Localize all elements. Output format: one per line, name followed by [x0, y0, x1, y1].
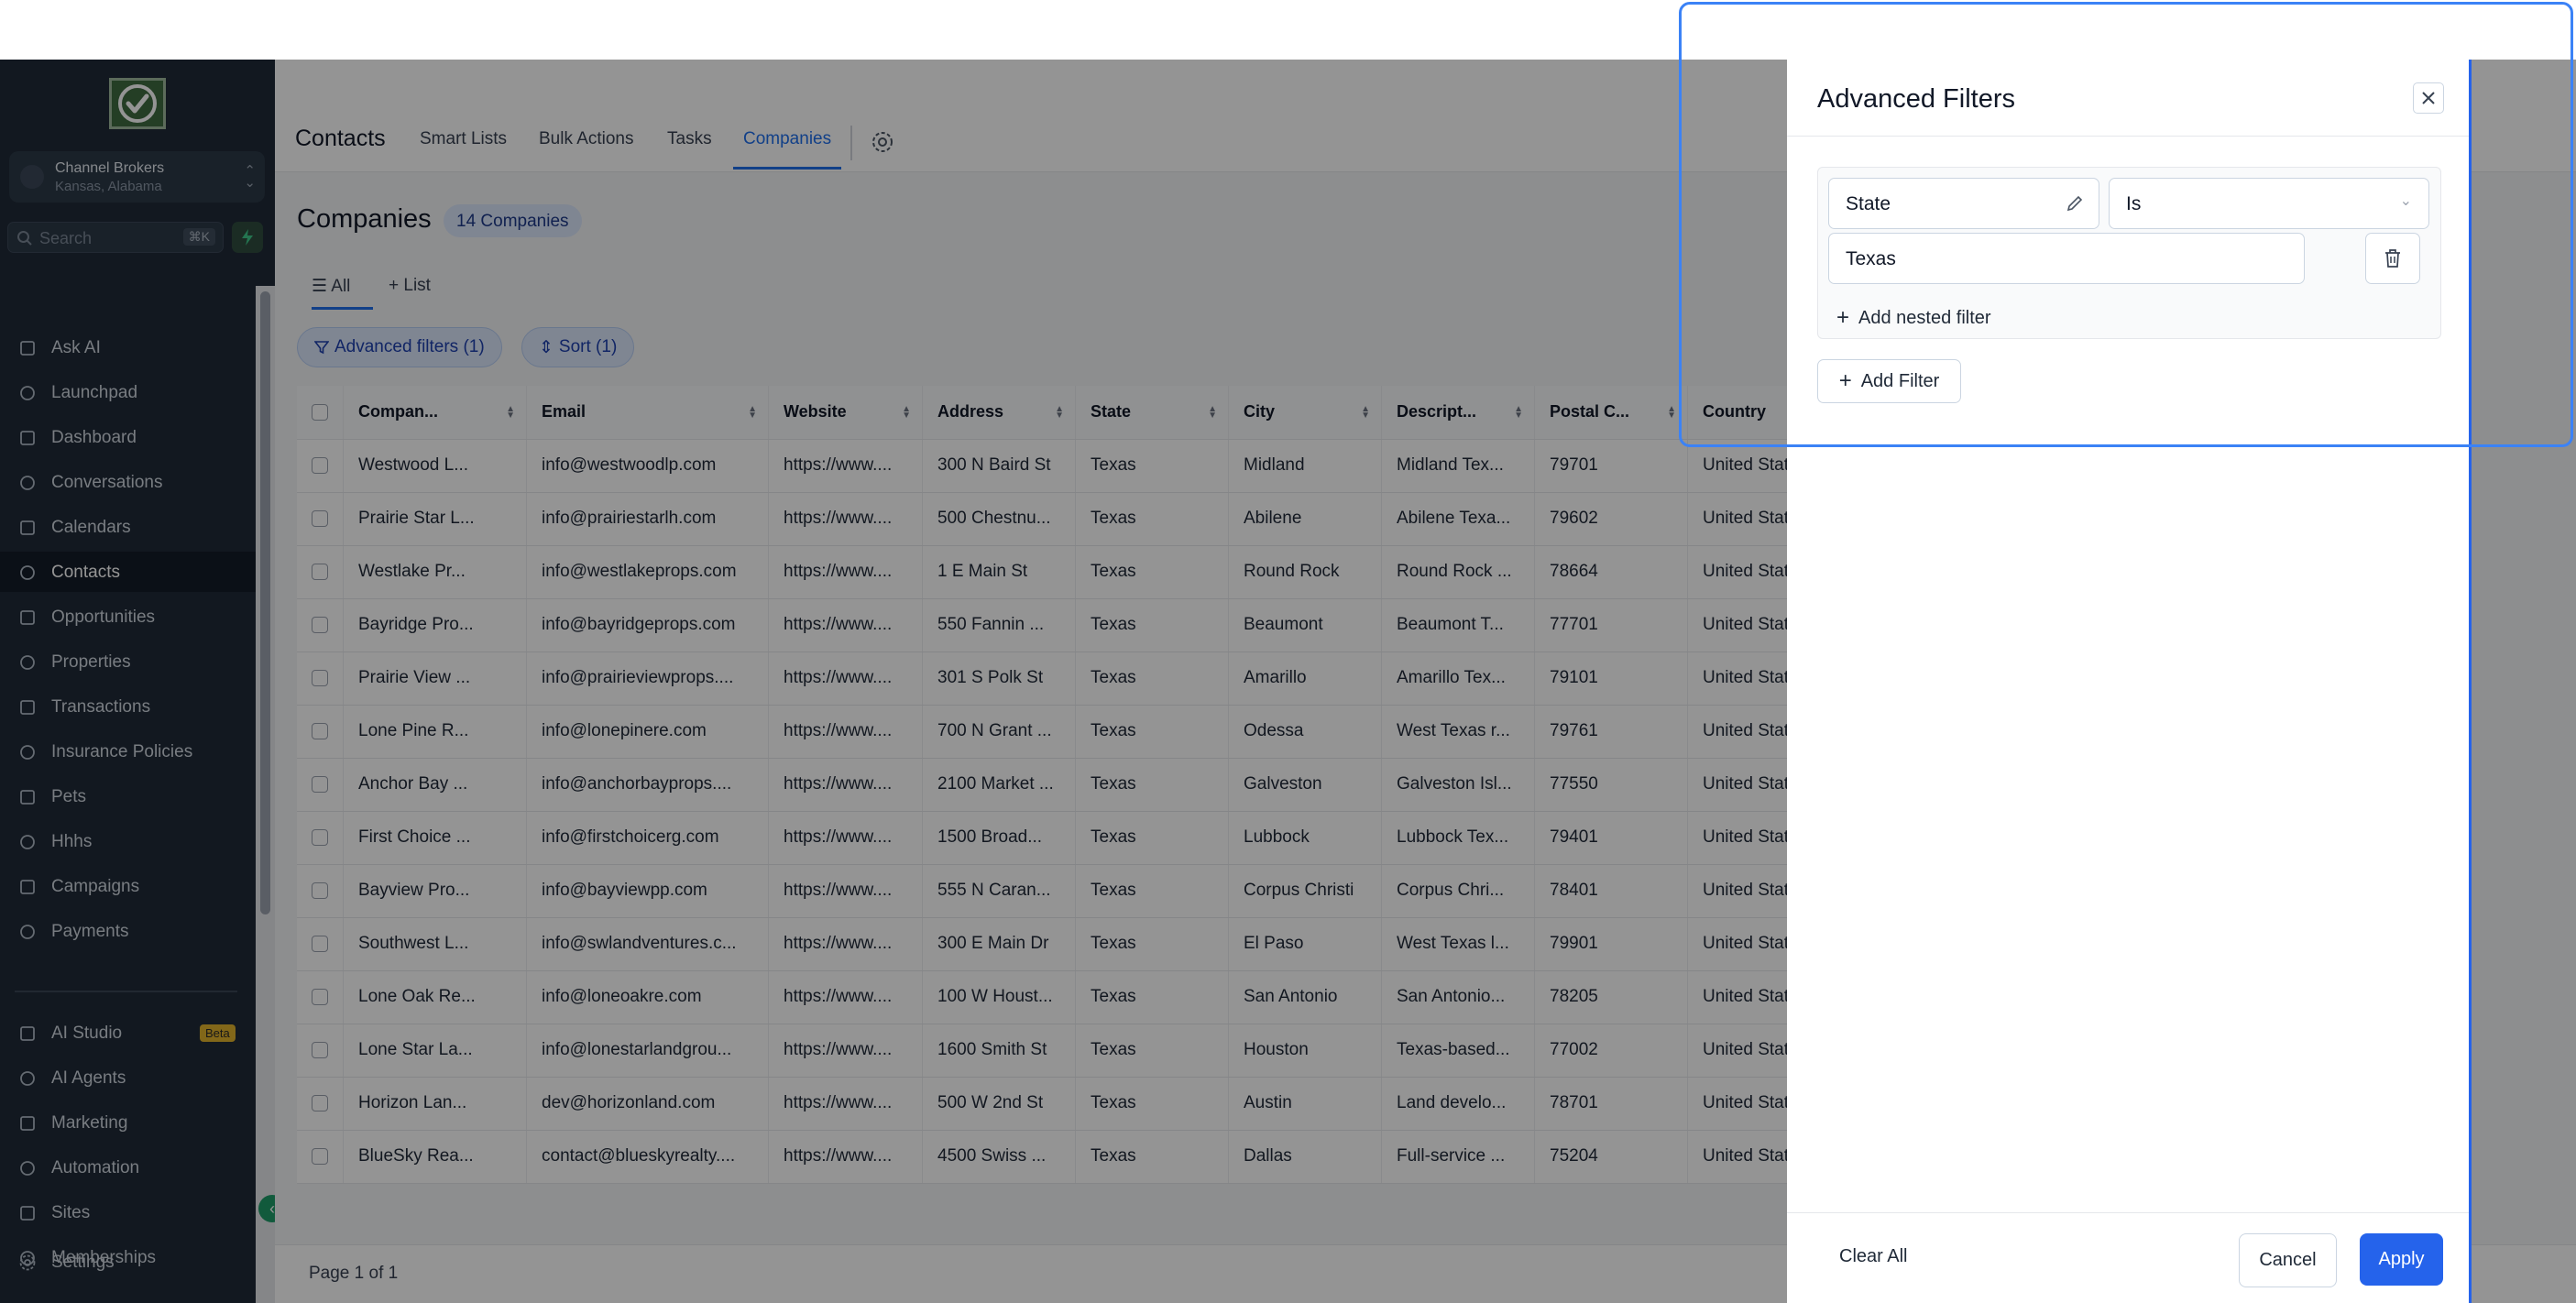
filter-value-input[interactable]: Texas	[1828, 233, 2305, 284]
panel-footer: Clear All Cancel Apply	[1787, 1212, 2469, 1303]
chevron-down-icon: ⌄	[2399, 193, 2412, 209]
apply-button[interactable]: Apply	[2360, 1233, 2443, 1286]
panel-title: Advanced Filters	[1817, 84, 2015, 114]
add-nested-filter-button[interactable]: + Add nested filter	[1836, 305, 1991, 331]
filter-field-value: State	[1846, 193, 1891, 214]
filter-value-text: Texas	[1846, 248, 1896, 269]
add-filter-button[interactable]: + Add Filter	[1817, 359, 1961, 403]
advanced-filters-panel: Advanced Filters State Is ⌄ Texas + Add …	[1787, 60, 2472, 1303]
add-filter-label: Add Filter	[1860, 370, 1940, 391]
filter-operator-select[interactable]: Is ⌄	[2109, 178, 2429, 229]
plus-icon: +	[1836, 305, 1850, 330]
filter-group: State Is ⌄ Texas + Add nested filter	[1817, 167, 2441, 339]
filter-field-select[interactable]: State	[1828, 178, 2099, 229]
trash-icon	[2385, 249, 2400, 268]
plus-icon: +	[1838, 368, 1852, 393]
clear-all-button[interactable]: Clear All	[1839, 1246, 1907, 1267]
close-icon	[2422, 92, 2435, 104]
cancel-button[interactable]: Cancel	[2239, 1233, 2337, 1287]
delete-filter-button[interactable]	[2365, 233, 2420, 284]
add-nested-filter-label: Add nested filter	[1858, 307, 1991, 328]
filter-operator-value: Is	[2126, 193, 2142, 214]
panel-header-divider	[1787, 136, 2469, 137]
pencil-icon[interactable]	[2066, 194, 2084, 213]
app-root: Channel Brokers Kansas, Alabama ⌃ ⌄ Searc…	[0, 0, 2576, 1303]
close-button[interactable]	[2413, 82, 2444, 114]
